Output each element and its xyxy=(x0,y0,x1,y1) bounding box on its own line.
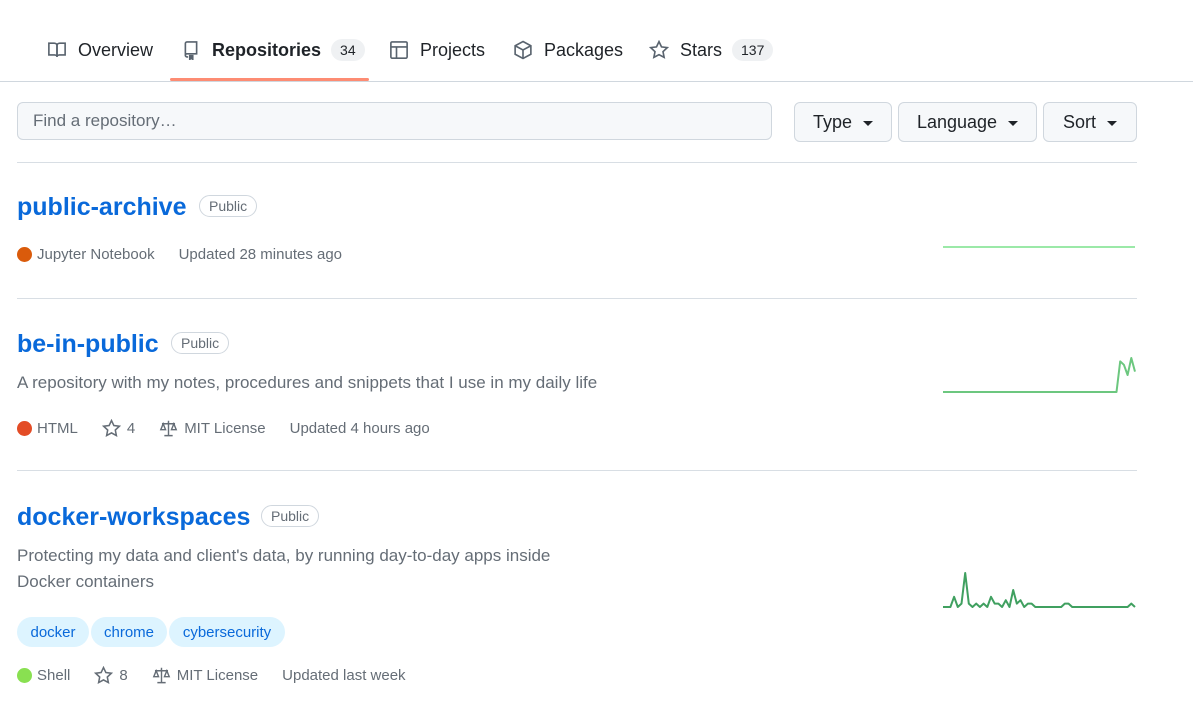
tab-stars[interactable]: Stars 137 xyxy=(648,30,774,70)
repo-meta: Jupyter Notebook Updated 28 minutes ago xyxy=(17,246,366,263)
book-icon xyxy=(46,39,68,61)
tab-label: Packages xyxy=(544,39,624,60)
divider xyxy=(17,162,1137,163)
star-count: 8 xyxy=(119,667,128,684)
tab-overview[interactable]: Overview xyxy=(46,30,153,70)
divider xyxy=(17,298,1137,299)
language-color-dot xyxy=(17,668,32,683)
stars-count-badge: 137 xyxy=(732,39,774,61)
star-count: 4 xyxy=(126,420,136,437)
topic-tag[interactable]: cybersecurity xyxy=(169,617,285,647)
repo-icon xyxy=(180,39,202,61)
table-icon xyxy=(388,39,410,61)
repo-language: Shell xyxy=(37,667,71,684)
caret-down-icon xyxy=(1107,120,1117,126)
law-icon xyxy=(152,667,170,684)
type-filter-button[interactable]: Type xyxy=(794,102,892,142)
activity-sparkline xyxy=(943,572,1136,608)
repo-meta: HTML 4 MIT License Updated 4 hours ago xyxy=(17,419,454,438)
repository-search-input[interactable] xyxy=(17,102,772,140)
star-icon xyxy=(101,419,121,437)
tab-repositories[interactable]: Repositories 34 xyxy=(180,30,365,70)
law-icon xyxy=(159,420,178,437)
tab-label: Projects xyxy=(420,39,486,60)
repo-description: A repository with my notes, procedures a… xyxy=(17,373,598,392)
language-filter-label: Language xyxy=(916,111,998,132)
activity-sparkline xyxy=(943,357,1136,393)
updated-time: Updated 4 hours ago xyxy=(289,420,430,437)
caret-down-icon xyxy=(863,120,874,126)
repo-language: Jupyter Notebook xyxy=(37,246,155,263)
activity-sparkline xyxy=(943,246,1135,248)
stargazers-link[interactable]: 4 xyxy=(101,419,136,438)
updated-time: Updated 28 minutes ago xyxy=(178,246,343,263)
caret-down-icon xyxy=(1008,120,1019,126)
topic-tag[interactable]: docker xyxy=(17,617,89,647)
topic-tag[interactable]: chrome xyxy=(91,617,167,647)
tab-packages[interactable]: Packages xyxy=(512,30,623,70)
visibility-badge: Public xyxy=(261,505,320,527)
updated-time: Updated last week xyxy=(282,667,406,684)
visibility-badge: Public xyxy=(171,332,230,354)
license-label: MIT License xyxy=(176,667,259,684)
sparkline-path xyxy=(943,572,1136,608)
profile-tabs: Overview Repositories 34 Projects Packag… xyxy=(0,0,1193,82)
sort-label: Sort xyxy=(1062,111,1096,132)
tab-label: Stars xyxy=(680,39,723,60)
repo-meta: Shell 8 MIT License Updated last week xyxy=(17,666,430,685)
language-color-dot xyxy=(17,421,32,436)
repo-name-link[interactable]: docker-workspaces xyxy=(17,503,250,532)
repo-description: Protecting my data and client's data, by… xyxy=(17,546,551,591)
star-icon xyxy=(94,666,114,684)
sparkline-path xyxy=(943,357,1136,393)
language-filter-button[interactable]: Language xyxy=(898,102,1037,142)
repositories-count-badge: 34 xyxy=(331,39,365,61)
repo-name-link[interactable]: public-archive xyxy=(17,193,187,222)
tab-label: Repositories xyxy=(212,39,322,60)
stargazers-link[interactable]: 8 xyxy=(94,666,128,685)
tab-projects[interactable]: Projects xyxy=(388,30,485,70)
divider xyxy=(17,470,1137,471)
active-tab-underline xyxy=(170,78,369,81)
language-color-dot xyxy=(17,247,32,262)
repo-language: HTML xyxy=(37,420,78,437)
star-icon xyxy=(648,39,670,61)
tab-label: Overview xyxy=(78,39,154,60)
package-icon xyxy=(512,39,534,61)
type-filter-label: Type xyxy=(812,111,853,132)
license-label: MIT License xyxy=(184,420,266,437)
sort-button[interactable]: Sort xyxy=(1043,102,1137,142)
visibility-badge: Public xyxy=(199,195,258,217)
repo-name-link[interactable]: be-in-public xyxy=(17,330,159,359)
